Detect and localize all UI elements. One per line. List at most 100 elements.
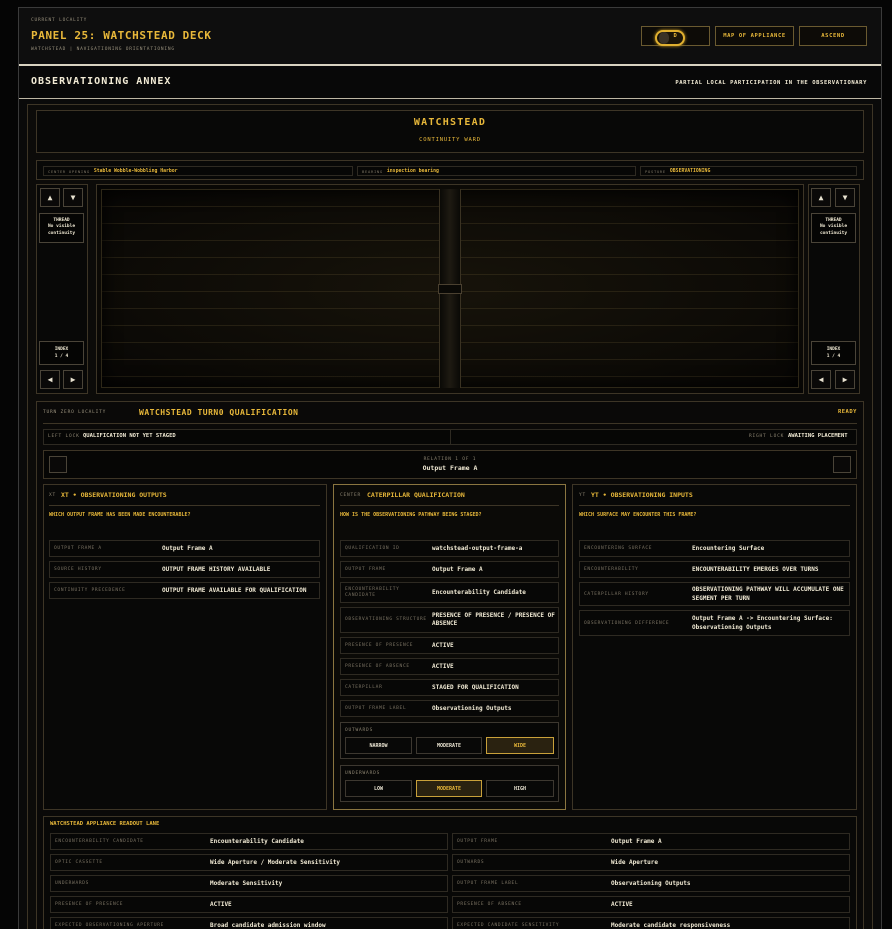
ward-title: WATCHSTEAD bbox=[413, 117, 487, 128]
center-question: HOW IS THE OBSERVATIONING PATHWAY BEING … bbox=[340, 512, 482, 518]
xt-rule bbox=[49, 505, 320, 506]
center-row-qualification-id: QUALIFICATION ID watchstead-output-frame-… bbox=[340, 540, 559, 557]
outwards-wide-button[interactable]: WIDE bbox=[486, 737, 554, 754]
xt-row-continuity: CONTINUITY PRECEDENCE OUTPUT FRAME AVAILA… bbox=[49, 582, 320, 599]
center-row-frame-label: OUTPUT FRAME LABEL Observationing Outputs bbox=[340, 700, 559, 717]
readout-right-3: PRESENCE OF ABSENCE ACTIVE bbox=[452, 896, 850, 913]
nav-button-label: D bbox=[673, 33, 678, 39]
left-down-button[interactable]: ▼ bbox=[63, 188, 83, 207]
thread-text: No visible continuity bbox=[47, 224, 76, 236]
outwards-label: OUTWARDS bbox=[345, 728, 374, 733]
arrow-left-icon: ◀ bbox=[47, 375, 53, 384]
arrow-right-icon: ▶ bbox=[70, 375, 76, 384]
left-up-button[interactable]: ▲ bbox=[40, 188, 60, 207]
turn-rule bbox=[43, 423, 857, 424]
left-next-button[interactable]: ▶ bbox=[63, 370, 83, 389]
readout-left-4: EXPECTED OBSERVATIONING APERTURE Broad ca… bbox=[50, 917, 448, 929]
yt-rule bbox=[579, 505, 850, 506]
readout-right-4: EXPECTED CANDIDATE SENSITIVITY Moderate c… bbox=[452, 917, 850, 929]
right-index-card: INDEX 1 / 4 bbox=[811, 341, 856, 365]
right-next-button[interactable]: ▶ bbox=[835, 370, 855, 389]
center-row-structure: OBSERVATIONING STRUCTURE PRESENCE OF PRES… bbox=[340, 607, 559, 633]
readout-right-2: OUTPUT FRAME LABEL Observationing Outputs bbox=[452, 875, 850, 892]
yt-row-surface: ENCOUNTERING SURFACE Encountering Surface bbox=[579, 540, 850, 557]
readout-left-0: ENCOUNTERABILITY CANDIDATE Encounterabili… bbox=[50, 833, 448, 850]
relation-next-button[interactable] bbox=[833, 456, 851, 473]
status-bearing: BEARING inspection bearing bbox=[357, 166, 636, 176]
right-prev-button[interactable]: ◀ bbox=[811, 370, 831, 389]
underwards-high-button[interactable]: HIGH bbox=[486, 780, 554, 797]
center-title: CATERPILLAR QUALIFICATION bbox=[367, 491, 465, 499]
left-thread-card: THREAD No visible continuity bbox=[39, 213, 84, 243]
index-value: 1 / 4 bbox=[54, 354, 69, 359]
viewport-divider-bracket bbox=[438, 284, 462, 294]
nav-button-map[interactable]: MAP OF APPLIANCE bbox=[715, 26, 794, 46]
readout-right-1: OUTWARDS Wide Aperture bbox=[452, 854, 850, 871]
relation-value: Output Frame A bbox=[422, 464, 478, 472]
status-center-opening: CENTER OPENING Stable Wobble-Wobbling Ha… bbox=[43, 166, 353, 176]
page-subtitle: WATCHSTEAD | NAVIGATIONING ORIENTATIONIN… bbox=[31, 47, 175, 52]
yt-question: WHICH SURFACE MAY ENCOUNTER THIS FRAME? bbox=[579, 512, 697, 518]
yt-row-history: CATERPILLAR HISTORY OBSERVATIONING PATHWA… bbox=[579, 582, 850, 606]
underwards-low-button[interactable]: LOW bbox=[345, 780, 412, 797]
left-lock-label: LEFT LOCK bbox=[48, 434, 80, 439]
annex-title: OBSERVATIONING ANNEX bbox=[31, 76, 172, 87]
xt-tag: XT bbox=[49, 493, 57, 498]
toggle-knob-icon bbox=[659, 32, 669, 44]
thread-text: No visible continuity bbox=[819, 224, 848, 236]
outwards-moderate-button[interactable]: MODERATE bbox=[416, 737, 482, 754]
yt-tag: YT bbox=[579, 493, 587, 498]
readout-left-3: PRESENCE OF PRESENCE ACTIVE bbox=[50, 896, 448, 913]
arrow-up-icon: ▲ bbox=[818, 193, 824, 202]
turn-status-badge: READY bbox=[837, 409, 857, 415]
center-rule bbox=[340, 505, 559, 506]
locality-eyebrow: CURRENT LOCALITY bbox=[31, 18, 88, 23]
arrow-right-icon: ▶ bbox=[842, 375, 848, 384]
index-value: 1 / 4 bbox=[826, 354, 841, 359]
center-tag: CENTER bbox=[340, 493, 362, 498]
center-row-presence-absence: PRESENCE OF ABSENCE ACTIVE bbox=[340, 658, 559, 675]
arrow-left-icon: ◀ bbox=[818, 375, 824, 384]
nav-button-home[interactable]: D bbox=[641, 26, 710, 46]
left-index-card: INDEX 1 / 4 bbox=[39, 341, 84, 365]
lock-divider bbox=[450, 430, 451, 444]
turn-title: WATCHSTEAD TURN0 QUALIFICATION bbox=[139, 408, 299, 417]
arrow-down-icon: ▼ bbox=[70, 193, 76, 202]
relation-label: RELATION 1 OF 1 bbox=[423, 457, 477, 462]
ward-subtitle: CONTINUITY WARD bbox=[419, 137, 481, 143]
center-row-output-frame: OUTPUT FRAME Output Frame A bbox=[340, 561, 559, 578]
nav-button-ascend[interactable]: ASCEND bbox=[799, 26, 867, 46]
underwards-label: UNDERWARDS bbox=[345, 771, 381, 776]
outwards-narrow-button[interactable]: NARROW bbox=[345, 737, 412, 754]
arrow-up-icon: ▲ bbox=[47, 193, 53, 202]
right-lock-label: RIGHT LOCK bbox=[749, 434, 785, 439]
underwards-moderate-button[interactable]: MODERATE bbox=[416, 780, 482, 797]
readout-title: WATCHSTEAD APPLIANCE READOUT LANE bbox=[50, 821, 160, 827]
turn-locality-label: TURN ZERO LOCALITY bbox=[43, 410, 107, 415]
readout-left-2: UNDERWARDS Moderate Sensitivity bbox=[50, 875, 448, 892]
xt-row-source-history: SOURCE HISTORY OUTPUT FRAME HISTORY AVAIL… bbox=[49, 561, 320, 578]
xt-column bbox=[43, 484, 327, 810]
readout-right-0: OUTPUT FRAME Output Frame A bbox=[452, 833, 850, 850]
right-up-button[interactable]: ▲ bbox=[811, 188, 831, 207]
center-row-presence-presence: PRESENCE OF PRESENCE ACTIVE bbox=[340, 637, 559, 654]
center-row-candidate: ENCOUNTERABILITY CANDIDATE Encounterabili… bbox=[340, 582, 559, 603]
xt-row-output-frame: OUTPUT FRAME A Output Frame A bbox=[49, 540, 320, 557]
right-thread-card: THREAD No visible continuity bbox=[811, 213, 856, 243]
xt-question: WHICH OUTPUT FRAME HAS BEEN MADE ENCOUNT… bbox=[49, 512, 191, 518]
yt-row-encounterability: ENCOUNTERABILITY ENCOUNTERABILITY EMERGES… bbox=[579, 561, 850, 578]
annex-participation: PARTIAL LOCAL PARTICIPATION IN THE OBSER… bbox=[675, 80, 867, 86]
yt-title: YT • OBSERVATIONING INPUTS bbox=[591, 491, 693, 499]
readout-left-1: OPTIC CASSETTE Wide Aperture / Moderate S… bbox=[50, 854, 448, 871]
index-label: INDEX bbox=[826, 347, 841, 352]
index-label: INDEX bbox=[54, 347, 69, 352]
right-lock-value: AWAITING PLACEMENT bbox=[788, 433, 848, 439]
left-prev-button[interactable]: ◀ bbox=[40, 370, 60, 389]
yt-row-difference: OBSERVATIONING DIFFERENCE Output Frame A … bbox=[579, 610, 850, 636]
page-title: PANEL 25: WATCHSTEAD DECK bbox=[31, 29, 212, 42]
status-posture: POSTURE OBSERVATIONING bbox=[640, 166, 857, 176]
right-down-button[interactable]: ▼ bbox=[835, 188, 855, 207]
center-row-caterpillar: CATERPILLAR STAGED FOR QUALIFICATION bbox=[340, 679, 559, 696]
left-lock-value: QUALIFICATION NOT YET STAGED bbox=[83, 433, 176, 439]
arrow-down-icon: ▼ bbox=[842, 193, 848, 202]
